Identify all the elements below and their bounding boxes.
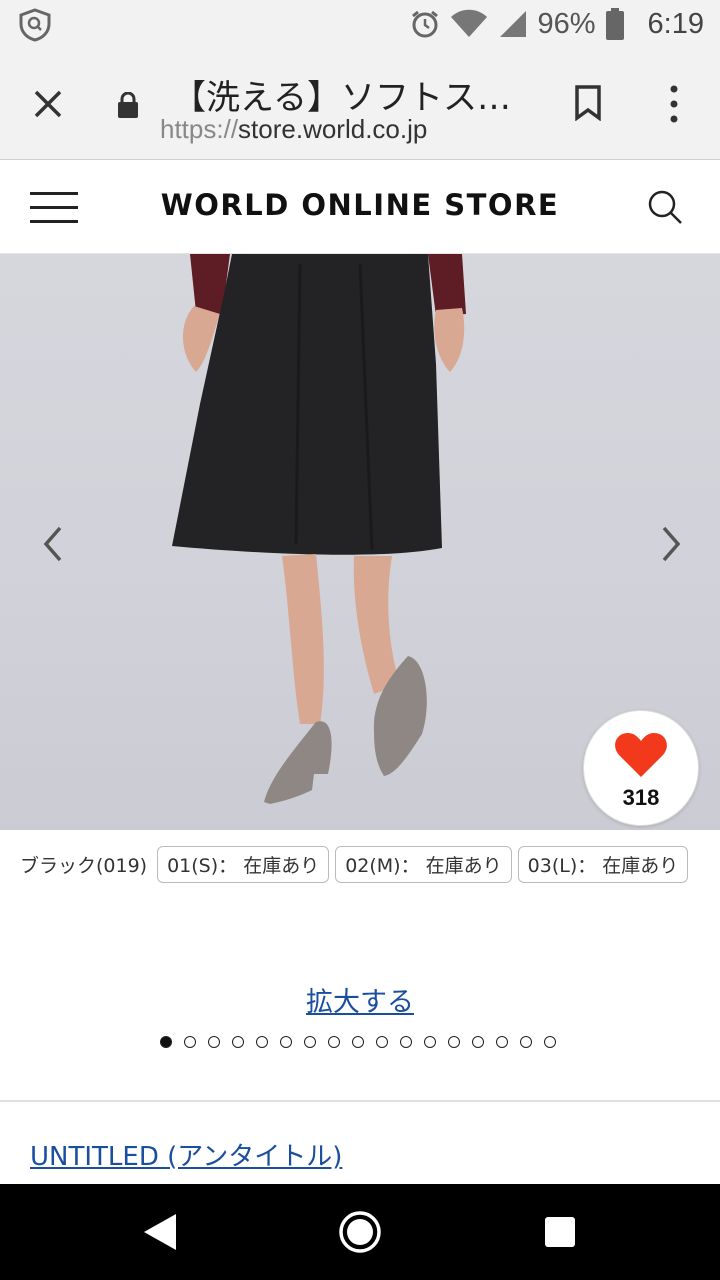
alarm-icon <box>411 10 438 38</box>
carousel-dot[interactable] <box>256 1036 268 1048</box>
site-logo[interactable]: WORLD ONLINE STORE <box>0 188 720 222</box>
brand-link[interactable]: UNTITLED (アンタイトル) <box>30 1136 342 1173</box>
favorite-count: 318 <box>622 785 660 810</box>
zoom-link[interactable]: 拡大する <box>0 980 720 1019</box>
more-menu-icon[interactable] <box>664 84 684 124</box>
clock: 6:19 <box>647 7 704 40</box>
carousel-dot[interactable] <box>232 1036 244 1048</box>
site-header: WORLD ONLINE STORE <box>0 160 720 254</box>
carousel-dot[interactable] <box>304 1036 316 1048</box>
bookmark-icon[interactable] <box>574 85 602 121</box>
color-label: ブラック(019) <box>20 854 148 877</box>
carousel-dot[interactable] <box>376 1036 388 1048</box>
divider <box>0 1100 720 1102</box>
status-bar: 96% 6:19 <box>0 0 720 48</box>
carousel-dot[interactable] <box>496 1036 508 1048</box>
lock-icon[interactable] <box>117 92 139 118</box>
carousel-dot[interactable] <box>448 1036 460 1048</box>
carousel-dot[interactable] <box>328 1036 340 1048</box>
carousel-dot[interactable] <box>184 1036 196 1048</box>
carousel-dot[interactable] <box>280 1036 292 1048</box>
recent-apps-icon[interactable] <box>545 1217 575 1247</box>
url-scheme: https:// <box>160 114 239 144</box>
carousel-dot[interactable] <box>520 1036 532 1048</box>
system-nav-bar <box>0 1184 720 1280</box>
carousel-dot[interactable] <box>472 1036 484 1048</box>
home-icon[interactable] <box>338 1210 382 1254</box>
carousel-dot[interactable] <box>424 1036 436 1048</box>
stock-chip-m[interactable]: 02(M)： 在庫あり <box>335 845 512 883</box>
signal-icon <box>499 11 526 37</box>
carousel-pagination <box>160 1036 556 1048</box>
carousel-dot[interactable] <box>352 1036 364 1048</box>
stock-chip-l[interactable]: 03(L)： 在庫あり <box>517 845 689 883</box>
favorite-button[interactable]: 318 <box>584 711 698 825</box>
battery-icon <box>605 8 624 40</box>
wifi-icon <box>450 9 487 38</box>
stock-row: ブラック(019) 01(S)： 在庫あり 02(M)： 在庫あり 03(L)：… <box>20 845 689 883</box>
carousel-dot[interactable] <box>160 1036 172 1048</box>
url-host: store.world.co.jp <box>238 114 428 144</box>
stock-chip-s[interactable]: 01(S)： 在庫あり <box>157 845 330 883</box>
browser-toolbar: 【洗える】ソフトス… https://store.world.co.jp <box>0 48 720 160</box>
page-title: 【洗える】ソフトス… <box>172 78 511 118</box>
carousel-dot[interactable] <box>544 1036 556 1048</box>
carousel-dot[interactable] <box>400 1036 412 1048</box>
search-icon[interactable] <box>646 188 684 226</box>
battery-percent: 96% <box>537 7 596 40</box>
chevron-right-icon[interactable] <box>660 524 684 564</box>
url-field[interactable]: https://store.world.co.jp <box>160 114 427 145</box>
heart-icon <box>615 733 667 777</box>
shield-icon <box>19 8 51 42</box>
close-icon[interactable] <box>30 86 66 122</box>
back-icon[interactable] <box>142 1212 178 1252</box>
carousel-dot[interactable] <box>208 1036 220 1048</box>
chevron-left-icon[interactable] <box>40 524 64 564</box>
